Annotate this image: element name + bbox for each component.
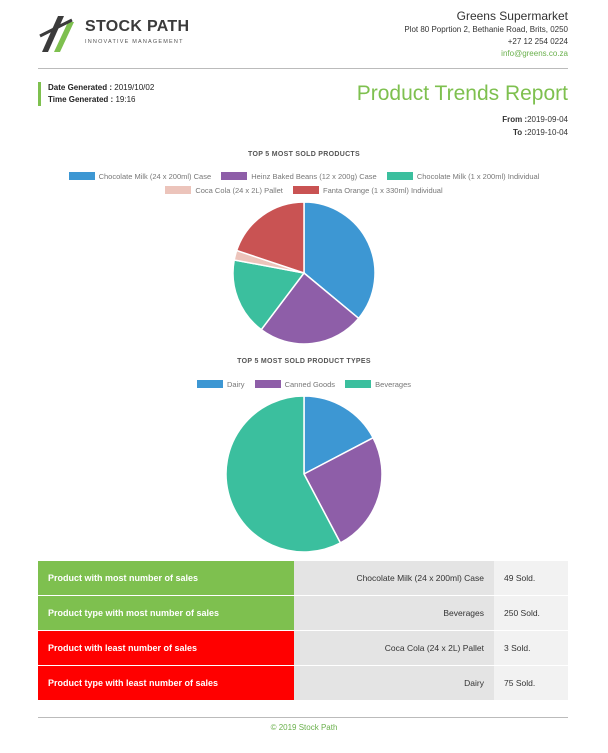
generated-time-label: Time Generated : bbox=[48, 95, 114, 104]
chart-types-title: TOP 5 MOST SOLD PRODUCT TYPES bbox=[237, 358, 371, 365]
legend-row: Chocolate Milk (24 x 200ml) Case Heinz B… bbox=[0, 170, 608, 184]
stock-path-logo-icon bbox=[39, 16, 74, 52]
summary-value: Coca Cola (24 x 2L) Pallet bbox=[294, 631, 494, 665]
header-divider bbox=[38, 68, 568, 69]
report-date-range: From :2019-09-04 To :2019-10-04 bbox=[502, 113, 568, 139]
legend-label: Coca Cola (24 x 2L) Pallet bbox=[195, 186, 283, 196]
legend-swatch bbox=[221, 172, 248, 181]
legend-item[interactable]: Chocolate Milk (24 x 200ml) Case bbox=[68, 170, 212, 184]
summary-count: 250 Sold. bbox=[494, 596, 568, 630]
summary-table: Product with most number of sales Chocol… bbox=[38, 561, 568, 701]
summary-count: 75 Sold. bbox=[494, 666, 568, 700]
legend-swatch bbox=[196, 380, 223, 389]
legend-row: Coca Cola (24 x 2L) Pallet Fanta Orange … bbox=[0, 184, 608, 198]
summary-value: Chocolate Milk (24 x 200ml) Case bbox=[294, 561, 494, 595]
summary-count: 3 Sold. bbox=[494, 631, 568, 665]
legend-label: Chocolate Milk (1 x 200ml) Individual bbox=[416, 172, 540, 182]
generated-info: Date Generated : 2019/10/02 Time Generat… bbox=[38, 82, 154, 106]
legend-item[interactable]: Beverages bbox=[345, 378, 411, 392]
legend-item[interactable]: Heinz Baked Beans (12 x 200g) Case bbox=[221, 170, 377, 184]
company-info: Greens Supermarket Plot 80 Poprtion 2, B… bbox=[404, 9, 568, 60]
legend-item[interactable]: Fanta Orange (1 x 330ml) Individual bbox=[292, 184, 443, 198]
chart-products-title: TOP 5 MOST SOLD PRODUCTS bbox=[248, 151, 360, 158]
legend-item[interactable]: Chocolate Milk (1 x 200ml) Individual bbox=[386, 170, 540, 184]
summary-label: Product type with most number of sales bbox=[38, 596, 294, 630]
summary-value: Dairy bbox=[294, 666, 494, 700]
range-from-value: 2019-09-04 bbox=[527, 115, 568, 124]
legend-label: Canned Goods bbox=[284, 380, 336, 390]
range-to-label: To : bbox=[513, 128, 528, 137]
summary-row: Product with least number of sales Coca … bbox=[38, 631, 568, 666]
company-name: Greens Supermarket bbox=[456, 9, 568, 23]
summary-label: Product with least number of sales bbox=[38, 631, 294, 665]
summary-value: Beverages bbox=[294, 596, 494, 630]
generated-time-value: 19:16 bbox=[115, 95, 136, 104]
legend-item[interactable]: Canned Goods bbox=[254, 378, 336, 392]
footer-divider bbox=[38, 717, 568, 718]
summary-count: 49 Sold. bbox=[494, 561, 568, 595]
report-title: Product Trends Report bbox=[356, 82, 568, 105]
range-from: From :2019-09-04 bbox=[502, 113, 568, 126]
chart-types-pie bbox=[225, 395, 383, 553]
legend-swatch bbox=[165, 186, 192, 195]
legend-label: Dairy bbox=[226, 380, 245, 390]
legend-swatch bbox=[345, 380, 372, 389]
legend-row: Dairy Canned Goods Beverages bbox=[0, 378, 608, 392]
chart-types-legend: Dairy Canned Goods Beverages bbox=[0, 378, 608, 392]
generated-date-label: Date Generated : bbox=[48, 83, 113, 92]
legend-swatch bbox=[292, 186, 319, 195]
summary-label: Product type with least number of sales bbox=[38, 666, 294, 700]
generated-date-value: 2019/10/02 bbox=[114, 83, 155, 92]
summary-row: Product type with least number of sales … bbox=[38, 666, 568, 701]
chart-products-pie bbox=[232, 201, 376, 345]
range-from-label: From : bbox=[502, 115, 528, 124]
range-to-value: 2019-10-04 bbox=[527, 128, 568, 137]
legend-label: Fanta Orange (1 x 330ml) Individual bbox=[322, 186, 443, 196]
footer-copyright: © 2019 Stock Path bbox=[270, 723, 338, 732]
summary-label: Product with most number of sales bbox=[38, 561, 294, 595]
legend-label: Chocolate Milk (24 x 200ml) Case bbox=[98, 172, 212, 182]
legend-swatch bbox=[386, 172, 413, 181]
summary-row: Product type with most number of sales B… bbox=[38, 596, 568, 631]
legend-item[interactable]: Dairy bbox=[196, 378, 245, 392]
legend-swatch bbox=[68, 172, 95, 181]
legend-swatch bbox=[254, 380, 281, 389]
generated-time: Time Generated : 19:16 bbox=[48, 94, 154, 106]
legend-label: Heinz Baked Beans (12 x 200g) Case bbox=[251, 172, 377, 182]
company-email-link[interactable]: info@greens.co.za bbox=[404, 48, 568, 60]
range-to: To :2019-10-04 bbox=[502, 126, 568, 139]
brand-logo: STOCK PATH INNOVATIVE MANAGEMENT bbox=[38, 12, 190, 56]
brand-name: STOCK PATH bbox=[85, 18, 190, 35]
legend-label: Beverages bbox=[375, 380, 411, 390]
generated-date: Date Generated : 2019/10/02 bbox=[48, 82, 154, 94]
summary-row: Product with most number of sales Chocol… bbox=[38, 561, 568, 596]
brand-tagline: INNOVATIVE MANAGEMENT bbox=[85, 39, 184, 45]
company-address: Plot 80 Poprtion 2, Bethanie Road, Brits… bbox=[404, 25, 568, 34]
legend-item[interactable]: Coca Cola (24 x 2L) Pallet bbox=[165, 184, 283, 198]
chart-products-legend: Chocolate Milk (24 x 200ml) Case Heinz B… bbox=[0, 170, 608, 198]
company-phone: +27 12 254 0224 bbox=[507, 37, 568, 46]
